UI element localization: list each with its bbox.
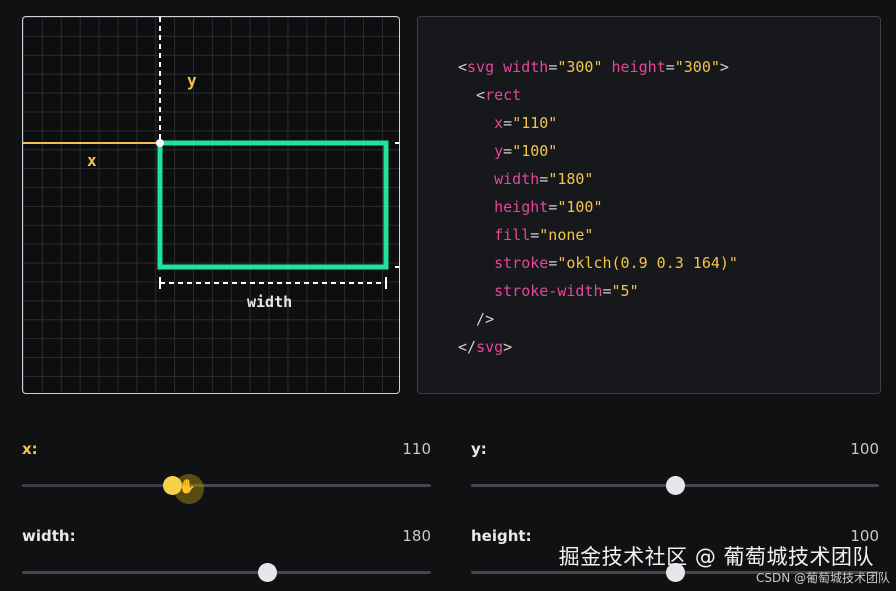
code-token: =	[548, 254, 558, 272]
code-token: "300"	[557, 58, 603, 76]
x-label: x	[87, 151, 97, 170]
code-token: stroke	[494, 254, 549, 272]
y-slider-thumb[interactable]	[666, 476, 685, 495]
code-token: height	[611, 58, 666, 76]
code-token: >	[503, 338, 513, 356]
code-line: <rect	[458, 81, 738, 109]
code-line: </svg>	[458, 333, 738, 361]
y-control: y: 100	[471, 440, 879, 495]
watermark-main: 掘金技术社区 @ 葡萄城技术团队	[558, 545, 874, 569]
code-token: width	[503, 58, 549, 76]
code-token: "300"	[674, 58, 720, 76]
width-control-value: 180	[402, 527, 431, 545]
y-control-value: 100	[850, 440, 879, 458]
code-token: </	[458, 338, 477, 356]
code-token: =	[548, 198, 558, 216]
code-token: height	[494, 198, 549, 216]
code-token: />	[458, 310, 495, 328]
width-label: width	[247, 293, 292, 311]
code-token: "100"	[557, 198, 603, 216]
code-line: stroke-width="5"	[458, 277, 738, 305]
code-token: svg	[476, 338, 504, 356]
code-token: =	[665, 58, 675, 76]
x-slider-fill	[22, 484, 172, 487]
code-line: width="180"	[458, 165, 738, 193]
code-token: "180"	[548, 170, 594, 188]
code-token: =	[548, 58, 558, 76]
code-token: =	[539, 170, 549, 188]
x-control-label: x:	[22, 440, 38, 458]
svg-rect-shape	[157, 140, 389, 270]
code-line: <svg width="300" height="300">	[458, 53, 738, 81]
code-line: />	[458, 305, 738, 333]
code-token: svg	[467, 58, 504, 76]
x-slider-track[interactable]: ✋	[22, 474, 431, 504]
code-token: "oklch(0.9 0.3 164)"	[557, 254, 738, 272]
code-token: y	[494, 142, 504, 160]
code-line: x="110"	[458, 109, 738, 137]
width-slider-thumb[interactable]	[258, 563, 278, 582]
code-token: =	[602, 282, 612, 300]
y-slider-track[interactable]	[471, 476, 879, 495]
code-token: width	[494, 170, 540, 188]
code-token: "110"	[512, 114, 558, 132]
code-line: y="100"	[458, 137, 738, 165]
width-control-label: width:	[22, 527, 76, 545]
code-line: stroke="oklch(0.9 0.3 164)"	[458, 249, 738, 277]
code-token: x	[494, 114, 504, 132]
code-token: <	[458, 86, 486, 104]
code-line: height="100"	[458, 193, 738, 221]
code-token: rect	[485, 86, 522, 104]
code-token: <	[458, 58, 468, 76]
y-label: y	[187, 71, 197, 90]
svg-code-block: <svg width="300" height="300"> <rect x="…	[458, 53, 738, 361]
rect-diagram: y x width	[23, 17, 399, 311]
x-control: x: 110 ✋	[22, 440, 431, 504]
code-token: stroke-width	[494, 282, 603, 300]
code-token: =	[530, 226, 540, 244]
code-token: =	[503, 142, 513, 160]
code-token: fill	[494, 226, 531, 244]
code-token: >	[719, 58, 729, 76]
width-control: width: 180	[22, 527, 431, 582]
width-slider-track[interactable]	[22, 563, 431, 582]
code-line: fill="none"	[458, 221, 738, 249]
code-panel: <svg width="300" height="300"> <rect x="…	[417, 16, 881, 394]
watermark-sub: CSDN @葡萄城技术团队	[755, 571, 890, 585]
x-control-value: 110	[402, 440, 431, 458]
code-token: "5"	[611, 282, 639, 300]
svg-preview-canvas: y x width	[22, 16, 400, 394]
code-token: "100"	[512, 142, 558, 160]
rect-origin-dot	[156, 139, 164, 147]
height-control-label: height:	[471, 527, 532, 545]
code-token: =	[503, 114, 513, 132]
code-token: "none"	[539, 226, 594, 244]
hand-cursor-icon: ✋	[178, 479, 197, 495]
y-control-label: y:	[471, 440, 487, 458]
